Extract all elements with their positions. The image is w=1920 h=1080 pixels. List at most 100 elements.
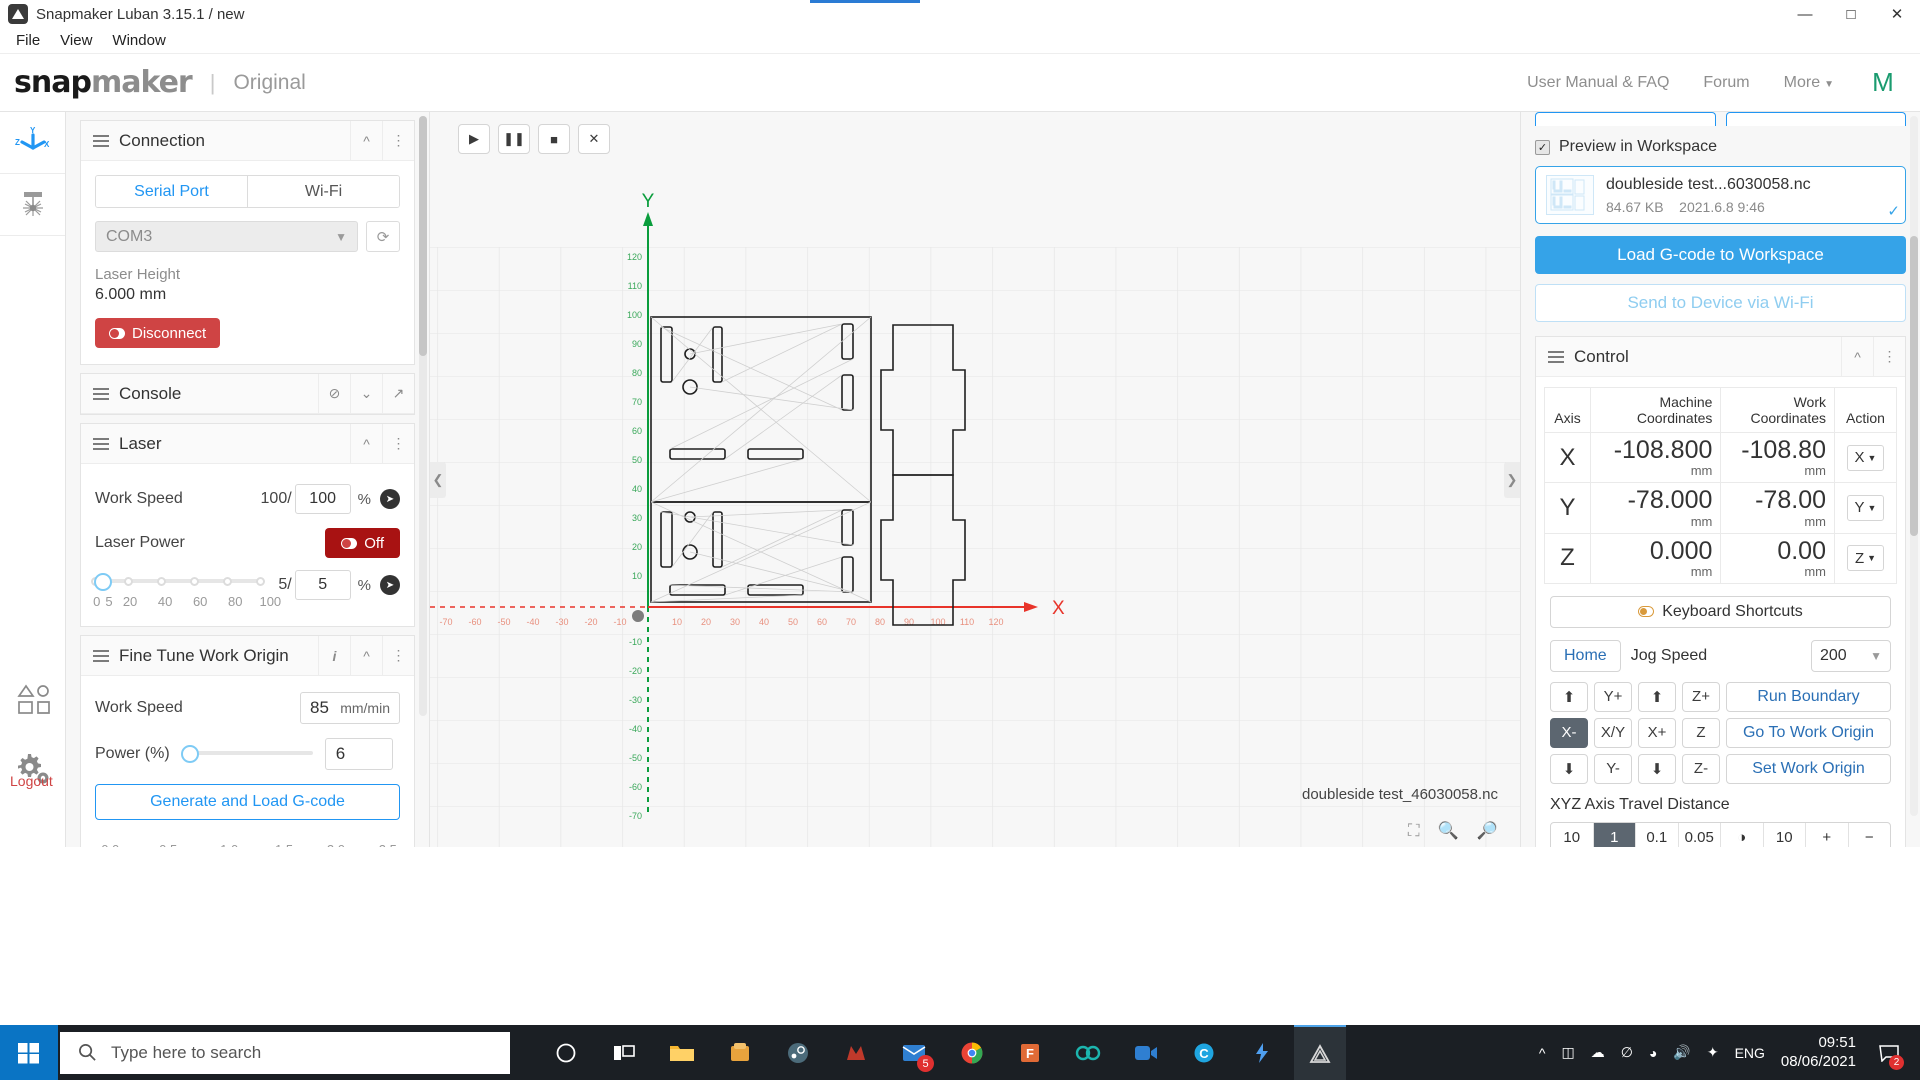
store-icon[interactable] <box>714 1025 766 1080</box>
travel-decrease-button[interactable]: − <box>1849 823 1891 847</box>
jog-z-home[interactable]: Z <box>1682 717 1720 748</box>
task-view-icon[interactable] <box>598 1025 650 1080</box>
laser-slider-apply-button[interactable]: ➤ <box>380 575 400 595</box>
tray-cloud-icon[interactable]: ☁ <box>1591 1044 1605 1061</box>
contrast-icon[interactable]: ◑ <box>1721 822 1764 847</box>
axis-x-action-button[interactable]: X ▼ <box>1846 444 1885 471</box>
taskbar-clock[interactable]: 09:51 08/06/2021 <box>1781 1034 1856 1072</box>
jog-x-plus[interactable]: X+ <box>1638 717 1676 748</box>
generate-gcode-button[interactable]: Generate and Load G-code <box>95 784 400 820</box>
fine-tune-power-slider[interactable] <box>181 742 313 766</box>
fine-tune-power-input[interactable]: 6 <box>324 738 393 770</box>
tray-dropbox-icon[interactable]: ✦ <box>1707 1044 1719 1061</box>
more-options-icon[interactable]: ⋮ <box>382 120 414 161</box>
travel-option-0-1[interactable]: 0.1 <box>1636 822 1679 847</box>
disconnect-button[interactable]: Disconnect <box>95 318 221 348</box>
laser-power-toggle-button[interactable]: Off <box>325 528 400 558</box>
tray-language[interactable]: ENG <box>1735 1045 1765 1061</box>
axis-z-action-button[interactable]: Z ▼ <box>1846 545 1885 572</box>
tray-wifi-icon[interactable]: ◕ <box>1649 1045 1657 1061</box>
msi-icon[interactable] <box>830 1025 882 1080</box>
travel-option-10[interactable]: 10 <box>1551 822 1594 847</box>
cortana-icon[interactable] <box>540 1025 592 1080</box>
right-panel-scrollbar[interactable] <box>1910 116 1918 816</box>
close-icon[interactable]: ✕ <box>578 124 610 154</box>
minimize-icon[interactable]: — <box>1782 0 1828 28</box>
jog-y-plus-arrow[interactable]: ⬆ <box>1550 681 1588 712</box>
rail-item-shapes[interactable] <box>0 669 66 731</box>
fusion-icon[interactable]: F <box>1004 1025 1056 1080</box>
stop-icon[interactable]: ■ <box>538 124 570 154</box>
collapse-right-panel-button[interactable]: ❯ <box>1504 461 1520 498</box>
left-panel-scrollbar[interactable] <box>419 116 427 716</box>
axis-y-action-button[interactable]: Y ▼ <box>1846 494 1885 521</box>
slider-knob[interactable] <box>94 573 113 591</box>
preview-in-workspace-row[interactable]: ✓ Preview in Workspace <box>1535 138 1906 156</box>
jog-speed-select[interactable]: 200 ▼ <box>1811 639 1891 672</box>
menu-item-view[interactable]: View <box>50 30 102 51</box>
collapse-icon[interactable]: ^ <box>350 120 382 161</box>
fit-icon[interactable]: ⛶ <box>1408 821 1420 841</box>
fine-tune-speed-input[interactable]: 85 mm/min <box>300 692 400 724</box>
jog-x-minus[interactable]: X- <box>1550 717 1588 748</box>
go-to-work-origin-button[interactable]: Go To Work Origin <box>1726 717 1891 748</box>
lightburn-icon[interactable] <box>1236 1025 1288 1080</box>
link-more[interactable]: More ▼ <box>1784 74 1834 92</box>
workspace-canvas[interactable]: 120 110 100 90 80 70 60 50 40 30 20 10 -10 -20 -30… <box>430 112 1520 847</box>
jog-xy-home[interactable]: X/Y <box>1594 717 1632 748</box>
zoom-in-icon[interactable]: 🔍 <box>1438 821 1459 841</box>
jog-z-minus-arrow[interactable]: ⬇ <box>1638 753 1676 784</box>
jog-y-plus[interactable]: Y+ <box>1594 681 1632 712</box>
jog-y-minus[interactable]: Y- <box>1594 753 1632 784</box>
home-button[interactable]: Home <box>1550 639 1621 672</box>
menu-item-window[interactable]: Window <box>102 30 175 51</box>
rail-item-settings[interactable] <box>0 737 66 799</box>
cura-icon[interactable]: C <box>1178 1025 1230 1080</box>
tray-usb-icon[interactable]: ∅ <box>1621 1044 1633 1061</box>
more-options-icon[interactable]: ⋮ <box>382 423 414 464</box>
jog-z-plus[interactable]: Z+ <box>1682 681 1720 712</box>
collapse-left-panel-button[interactable]: ❮ <box>430 461 446 498</box>
tab-serial-port[interactable]: Serial Port <box>96 176 247 207</box>
avatar[interactable]: M <box>1868 67 1898 98</box>
tab-wifi[interactable]: Wi-Fi <box>247 176 399 207</box>
drag-handle-icon[interactable] <box>93 437 109 450</box>
steam-icon[interactable] <box>772 1025 824 1080</box>
jog-z-minus[interactable]: Z- <box>1682 753 1720 784</box>
tray-device-icon[interactable]: ◫ <box>1562 1044 1575 1061</box>
keyboard-shortcuts-button[interactable]: Keyboard Shortcuts <box>1550 595 1891 628</box>
tray-expand-icon[interactable]: ^ <box>1539 1045 1546 1061</box>
refresh-ports-button[interactable]: ⟳ <box>366 221 400 252</box>
collapse-icon[interactable]: ^ <box>1841 336 1873 377</box>
close-icon[interactable]: ✕ <box>1874 0 1920 28</box>
menu-item-file[interactable]: File <box>6 30 50 51</box>
slider-knob[interactable] <box>181 745 200 763</box>
mail-icon[interactable]: 5 <box>888 1025 940 1080</box>
laser-work-speed-apply-button[interactable]: ➤ <box>380 489 400 509</box>
collapse-icon[interactable]: ^ <box>350 423 382 464</box>
start-button[interactable] <box>0 1025 58 1080</box>
rail-item-axes[interactable]: Y Z X <box>0 112 65 174</box>
drag-handle-icon[interactable] <box>93 134 109 147</box>
travel-increase-button[interactable]: + <box>1806 822 1849 847</box>
info-icon[interactable]: i <box>318 635 350 676</box>
logout-label[interactable]: Logout <box>10 773 53 789</box>
travel-custom-value[interactable]: 10 <box>1764 822 1806 847</box>
preview-checkbox[interactable]: ✓ <box>1535 139 1550 155</box>
collapse-icon[interactable]: ^ <box>350 635 382 676</box>
rail-item-laser[interactable] <box>0 174 65 236</box>
laser-power-slider[interactable] <box>90 570 265 594</box>
zoom-out-icon[interactable]: 🔎 <box>1477 821 1498 841</box>
file-explorer-icon[interactable] <box>656 1025 708 1080</box>
run-boundary-button[interactable]: Run Boundary <box>1726 681 1891 712</box>
collapse-icon[interactable]: ⌄ <box>350 373 382 414</box>
clear-console-icon[interactable]: ⊘ <box>318 373 350 414</box>
more-options-icon[interactable]: ⋮ <box>1873 336 1905 377</box>
jog-y-minus-arrow[interactable]: ⬇ <box>1550 753 1588 784</box>
maximize-icon[interactable]: □ <box>1828 0 1874 28</box>
notification-center-button[interactable]: 2 <box>1872 1025 1906 1080</box>
tray-volume-icon[interactable]: 🔊 <box>1673 1044 1690 1061</box>
play-icon[interactable]: ▶ <box>458 124 490 154</box>
video-icon[interactable] <box>1120 1025 1172 1080</box>
arduino-icon[interactable] <box>1062 1025 1114 1080</box>
